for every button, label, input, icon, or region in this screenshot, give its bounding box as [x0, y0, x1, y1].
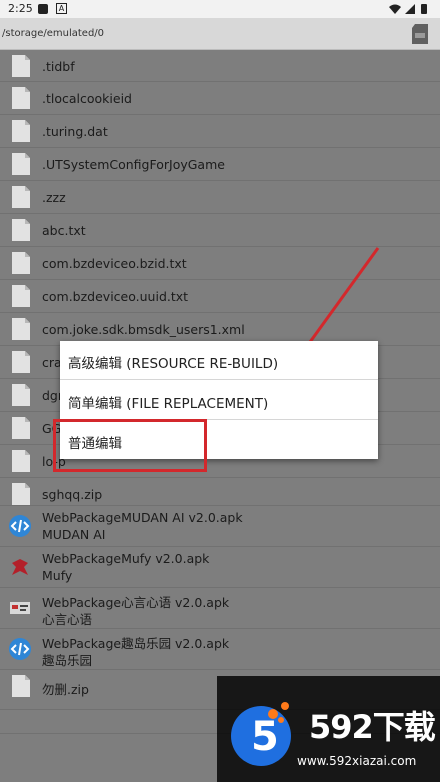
watermark: 5 592下载 www.592xiazai.com — [217, 676, 440, 782]
menu-item-label: 简单编辑 (FILE REPLACEMENT) — [68, 396, 269, 412]
watermark-logo-icon: 5 — [231, 702, 291, 766]
menu-item-advanced-edit[interactable]: 高级编辑 (RESOURCE RE-BUILD) — [60, 341, 378, 380]
menu-item-label: 高级编辑 (RESOURCE RE-BUILD) — [68, 356, 279, 372]
watermark-url: www.592xiazai.com — [297, 754, 417, 768]
menu-item-simple-edit[interactable]: 简单编辑 (FILE REPLACEMENT) — [60, 381, 378, 420]
watermark-brand: 592下载 — [309, 708, 436, 746]
svg-text:5: 5 — [251, 714, 279, 760]
highlight-box — [53, 419, 207, 472]
